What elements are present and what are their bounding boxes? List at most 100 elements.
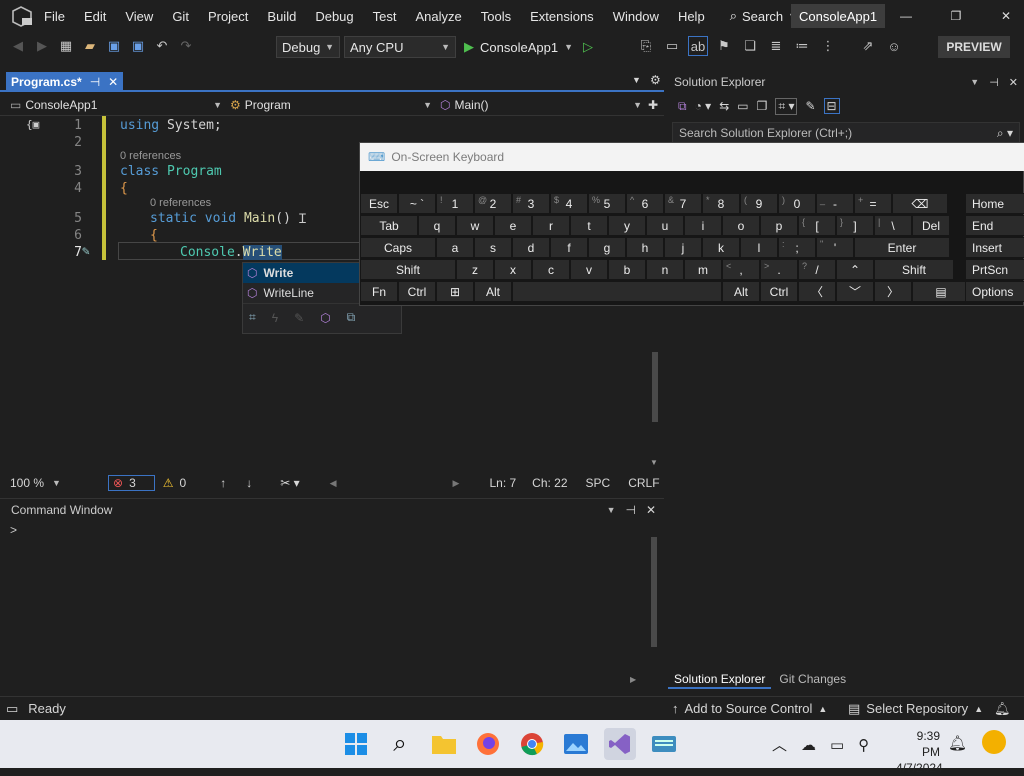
menu-git[interactable]: Git <box>172 9 189 24</box>
osk-key[interactable]: Alt <box>722 281 760 302</box>
undo-icon[interactable]: ↶ <box>152 36 172 56</box>
solution-search-input[interactable]: Search Solution Explorer (Ctrl+;) ⌕ ▾ <box>672 122 1020 144</box>
osk-key[interactable]: k <box>702 237 740 258</box>
scroll-right-icon[interactable]: ▶ <box>453 478 460 489</box>
person-icon[interactable]: ☺ <box>884 36 904 56</box>
osk-key[interactable]: >. <box>760 259 798 280</box>
osk-taskbar-button[interactable] <box>648 728 680 760</box>
osk-key-home[interactable]: Home <box>965 193 1024 214</box>
osk-key[interactable]: ~ ` <box>398 193 436 214</box>
osk-key[interactable]: 〉 <box>874 281 912 302</box>
osk-key[interactable]: #3 <box>512 193 550 214</box>
tab-overflow-icon[interactable]: ▼ <box>632 75 641 85</box>
osk-key[interactable]: Tab <box>360 215 418 236</box>
preview-icon[interactable]: ⊟ <box>823 98 840 114</box>
show-all-icon[interactable]: ❐ <box>757 99 768 113</box>
osk-key[interactable]: n <box>646 259 684 280</box>
osk-key[interactable]: z <box>456 259 494 280</box>
file-explorer-button[interactable] <box>428 728 460 760</box>
codelens-references[interactable]: 0 references <box>120 150 181 162</box>
line-position[interactable]: Ln: 7 <box>489 476 516 490</box>
osk-key[interactable]: l <box>740 237 778 258</box>
osk-key[interactable]: ⌫ <box>892 193 948 214</box>
menu-file[interactable]: File <box>44 9 65 24</box>
osk-key[interactable]: ▤ <box>912 281 970 302</box>
command-horizontal-scrollbar[interactable]: ▶ <box>0 675 644 687</box>
osk-key[interactable]: ) 0 <box>778 193 816 214</box>
history-icon[interactable]: ◔ ▾ <box>695 99 712 113</box>
menu-test[interactable]: Test <box>373 9 397 24</box>
window-menu-icon[interactable]: ▼ <box>607 505 616 515</box>
osk-key[interactable]: f <box>550 237 588 258</box>
osk-key[interactable]: q <box>418 215 456 236</box>
osk-key[interactable]: o <box>722 215 760 236</box>
osk-key[interactable]: s <box>474 237 512 258</box>
osk-key[interactable]: Enter <box>854 237 950 258</box>
osk-key[interactable]: Alt <box>474 281 512 302</box>
network-icon[interactable]: ⚲ <box>858 736 869 754</box>
pin-icon[interactable]: ⊣ <box>989 76 999 89</box>
pin-icon[interactable]: ⊣ <box>90 75 100 89</box>
filter-property-icon[interactable]: ✎ <box>294 311 304 325</box>
osk-key-options[interactable]: Options <box>965 281 1024 302</box>
menu-tools[interactable]: Tools <box>481 9 511 24</box>
osk-key[interactable]: <, <box>722 259 760 280</box>
osk-key[interactable]: Fn <box>360 281 398 302</box>
osk-key[interactable]: h <box>626 237 664 258</box>
restore-icon[interactable]: ❐ <box>946 9 966 23</box>
run-button[interactable]: ▶ ConsoleApp1 ▼ ▷ <box>464 36 593 58</box>
platform-select[interactable]: Any CPU ▼ <box>344 36 456 58</box>
menu-window[interactable]: Window <box>613 9 659 24</box>
command-input[interactable]: > <box>0 521 644 681</box>
more-icon[interactable]: ⋮ <box>818 36 838 56</box>
osk-key[interactable]: :; <box>778 237 816 258</box>
osk-key[interactable]: 〈 <box>798 281 836 302</box>
properties-icon[interactable]: ✎ <box>805 99 815 113</box>
osk-key[interactable]: Esc <box>360 193 398 214</box>
chrome-button[interactable] <box>516 728 548 760</box>
open-folder-icon[interactable]: ▰ <box>80 36 100 56</box>
redo-icon[interactable]: ↷ <box>176 36 196 56</box>
layout-icon[interactable]: ▭ <box>662 36 682 56</box>
indent-icon[interactable]: ≣ <box>766 36 786 56</box>
whitespace-mode[interactable]: SPC <box>586 476 611 490</box>
osk-key[interactable]: u <box>646 215 684 236</box>
notifications-icon[interactable]: 🔔︎ <box>994 701 1011 717</box>
osk-key[interactable]: r <box>532 215 570 236</box>
spellcheck-icon[interactable]: ab <box>688 36 708 56</box>
notification-bell-icon[interactable]: 🔔︎ <box>948 734 967 752</box>
back-icon[interactable]: ◀ <box>8 36 28 56</box>
warning-count[interactable]: ⚠ 0 <box>163 476 186 490</box>
osk-key[interactable]: i <box>684 215 722 236</box>
vs-logo[interactable] <box>0 5 44 27</box>
command-scrollbar[interactable] <box>648 535 660 667</box>
visual-studio-button[interactable] <box>604 728 636 760</box>
osk-key[interactable]: }] <box>836 215 874 236</box>
split-icon[interactable]: ✚ <box>648 98 658 112</box>
forward-icon[interactable]: ▶ <box>32 36 52 56</box>
search-button[interactable]: ⌕ Search ▼ <box>730 8 797 24</box>
menu-build[interactable]: Build <box>267 9 296 24</box>
share-icon[interactable]: ⇗ <box>858 36 878 56</box>
clock[interactable]: 9:39 PM 4/7/2024 <box>896 728 943 776</box>
menu-help[interactable]: Help <box>678 9 705 24</box>
filter-method-icon[interactable]: ⬡ <box>320 311 330 325</box>
codelens-references[interactable]: 0 references <box>150 197 211 209</box>
close-tab-icon[interactable]: ✕ <box>108 75 118 89</box>
cloud-icon[interactable]: ☁ <box>801 736 816 754</box>
osk-key[interactable]: + = <box>854 193 892 214</box>
pin-icon[interactable]: ⊣ <box>625 503 635 517</box>
new-project-icon[interactable]: ▦ <box>56 36 76 56</box>
osk-key[interactable]: Del <box>912 215 950 236</box>
bookmark-icon[interactable]: ⚑ <box>714 36 734 56</box>
osk-key[interactable]: & 7 <box>664 193 702 214</box>
osk-key[interactable]: (9 <box>740 193 778 214</box>
menu-debug[interactable]: Debug <box>315 9 353 24</box>
settings-icon[interactable]: ⚙ <box>650 73 661 87</box>
column-position[interactable]: Ch: 22 <box>532 476 567 490</box>
menu-project[interactable]: Project <box>208 9 248 24</box>
osk-key[interactable]: Ctrl <box>398 281 436 302</box>
filter-event-icon[interactable]: ϟ <box>272 311 278 325</box>
osk-key[interactable]: j <box>664 237 702 258</box>
osk-key[interactable]: ﹀ <box>836 281 874 302</box>
